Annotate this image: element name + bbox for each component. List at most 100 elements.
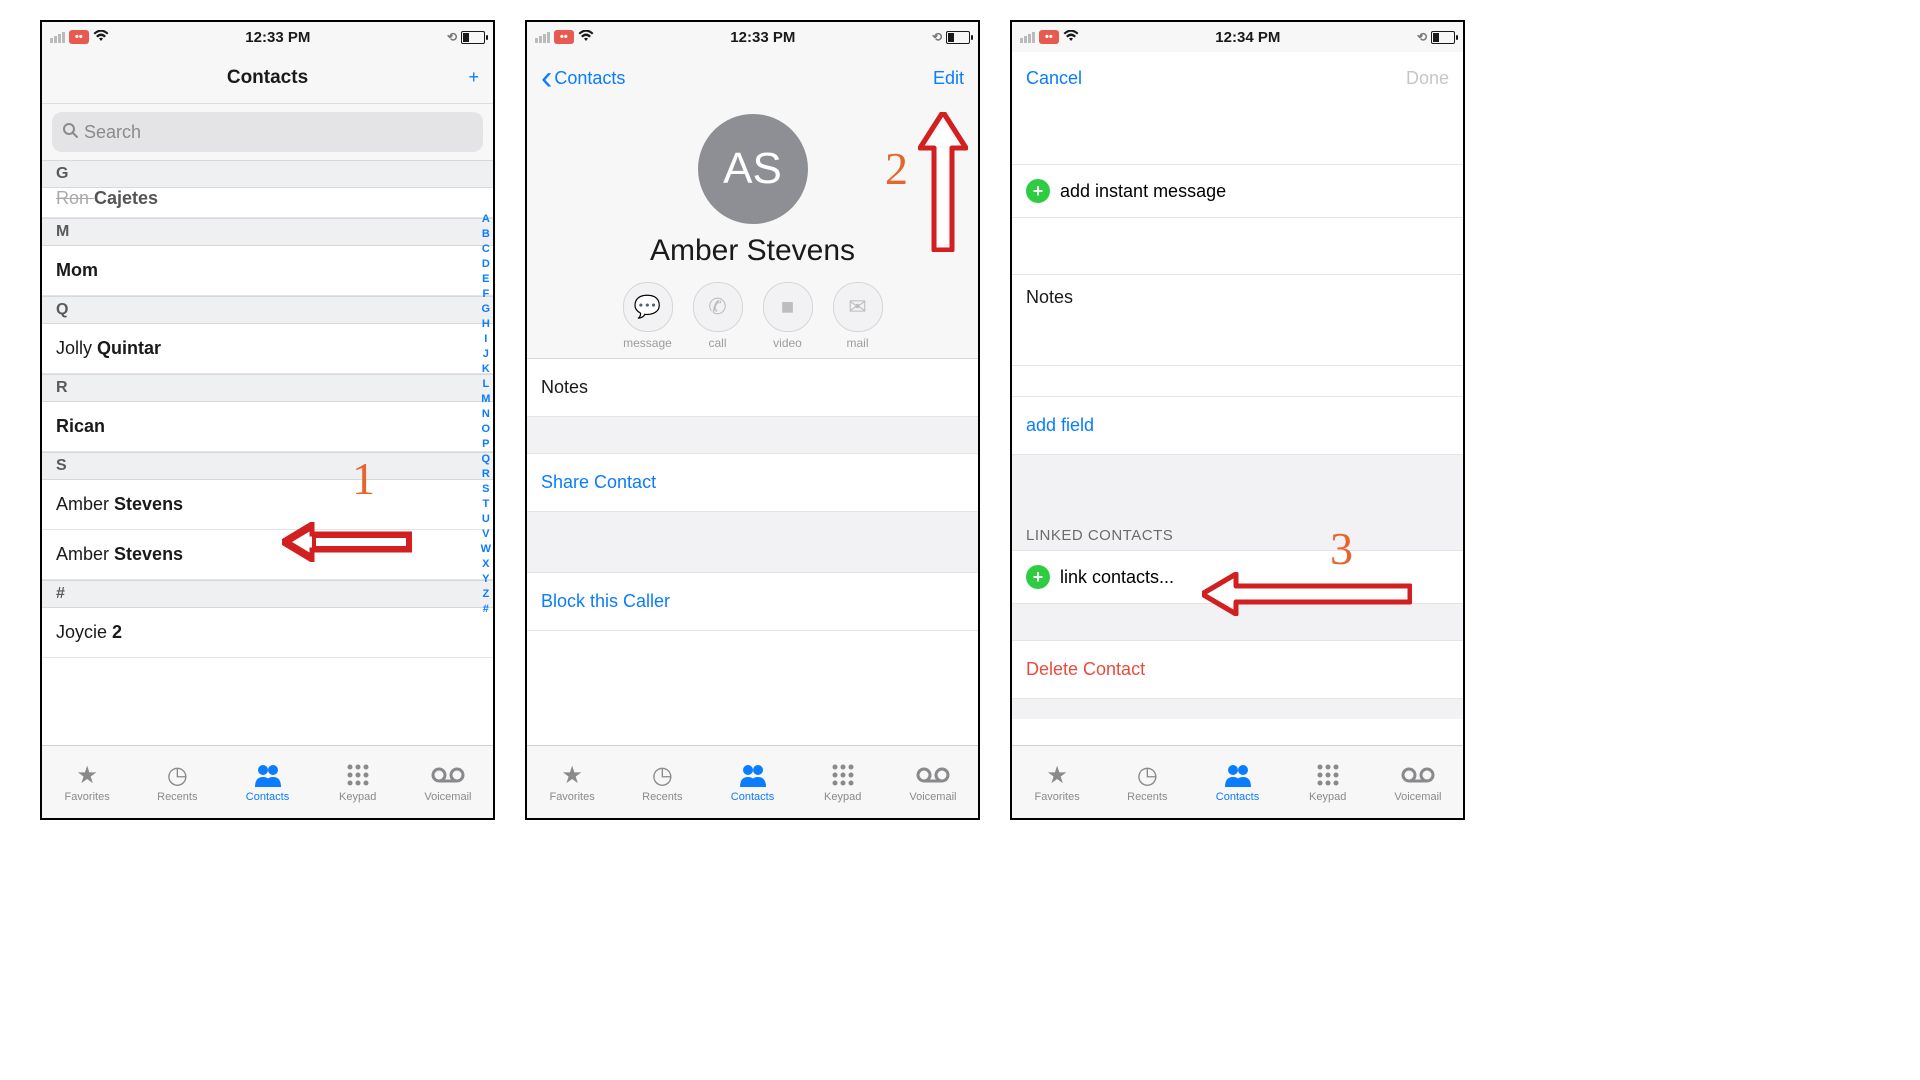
mail-icon: ✉ — [833, 282, 883, 332]
contact-row-jolly[interactable]: Jolly Quintar — [42, 324, 493, 374]
contact-name: Amber Stevens — [527, 234, 978, 268]
add-icon: + — [1026, 565, 1050, 589]
tab-recents[interactable]: ◷Recents — [132, 746, 222, 818]
tab-contacts[interactable]: Contacts — [222, 746, 312, 818]
annotation-number-2: 2 — [885, 142, 908, 195]
tab-voicemail[interactable]: Voicemail — [403, 746, 493, 818]
notes-cell[interactable]: Notes — [1012, 274, 1463, 366]
search-wrap: Search — [42, 104, 493, 160]
notes-cell[interactable]: Notes — [527, 359, 978, 417]
spacer — [1012, 218, 1463, 274]
status-bar: •• 12:34 PM ⟲ — [1012, 22, 1463, 52]
back-button[interactable]: Contacts — [541, 68, 625, 89]
status-bar: •• 12:33 PM ⟲ — [42, 22, 493, 52]
signal-icon — [50, 32, 65, 43]
carrier-badge: •• — [69, 30, 89, 44]
contact-row-amber-2[interactable]: Amber Stevens — [42, 530, 493, 580]
tab-bar: ★Favorites ◷Recents Contacts Keypad Voic… — [527, 745, 978, 818]
signal-icon — [1020, 32, 1035, 43]
voicemail-icon — [1401, 761, 1435, 789]
spacer — [1012, 455, 1463, 515]
done-button[interactable]: Done — [1406, 68, 1449, 89]
tab-keypad[interactable]: Keypad — [1283, 746, 1373, 818]
battery-icon — [461, 31, 485, 44]
search-placeholder: Search — [84, 122, 141, 143]
add-instant-message-row[interactable]: + add instant message — [1012, 164, 1463, 218]
clock-icon: ◷ — [167, 761, 188, 789]
annotation-arrow-1 — [282, 522, 412, 562]
keypad-icon — [831, 761, 855, 789]
share-contact-button[interactable]: Share Contact — [527, 453, 978, 512]
signal-icon — [535, 32, 550, 43]
status-time: 12:33 PM — [245, 29, 310, 46]
carrier-badge: •• — [1039, 30, 1059, 44]
page-title: Contacts — [42, 67, 493, 89]
cancel-button[interactable]: Cancel — [1026, 68, 1082, 89]
tab-contacts[interactable]: Contacts — [707, 746, 797, 818]
spacer — [527, 417, 978, 453]
tab-recents[interactable]: ◷Recents — [617, 746, 707, 818]
nav-bar: Contacts + — [42, 52, 493, 104]
screen-contacts-list: •• 12:33 PM ⟲ Contacts + Search G Ron Ca… — [40, 20, 495, 820]
tab-bar: ★Favorites ◷Recents Contacts Keypad Voic… — [1012, 745, 1463, 818]
add-contact-button[interactable]: + — [468, 67, 479, 88]
battery-icon — [1431, 31, 1455, 44]
status-time: 12:33 PM — [730, 29, 795, 46]
spacer — [1012, 366, 1463, 396]
tab-keypad[interactable]: Keypad — [798, 746, 888, 818]
contacts-icon — [253, 761, 283, 789]
search-input[interactable]: Search — [52, 112, 483, 152]
message-icon: 💬 — [623, 282, 673, 332]
tab-voicemail[interactable]: Voicemail — [1373, 746, 1463, 818]
annotation-arrow-3 — [1202, 572, 1412, 616]
spacer — [1012, 699, 1463, 719]
battery-icon — [946, 31, 970, 44]
action-message[interactable]: 💬message — [623, 282, 673, 350]
delete-contact-button[interactable]: Delete Contact — [1012, 640, 1463, 699]
contact-header: AS Amber Stevens 💬message ✆call ■video ✉… — [527, 104, 978, 359]
contact-row-amber-1[interactable]: Amber Stevens — [42, 480, 493, 530]
video-icon: ■ — [763, 282, 813, 332]
keypad-icon — [346, 761, 370, 789]
tab-keypad[interactable]: Keypad — [313, 746, 403, 818]
clock-icon: ◷ — [1137, 761, 1158, 789]
wifi-icon — [1063, 29, 1079, 45]
annotation-number-1: 1 — [352, 452, 375, 505]
edit-button[interactable]: Edit — [933, 68, 964, 89]
section-header-g: G — [42, 160, 493, 188]
tab-voicemail[interactable]: Voicemail — [888, 746, 978, 818]
contact-row-mom[interactable]: Mom — [42, 246, 493, 296]
spacer — [527, 512, 978, 572]
rotation-lock-icon: ⟲ — [447, 30, 457, 44]
section-header-m: M — [42, 218, 493, 246]
tab-favorites[interactable]: ★Favorites — [527, 746, 617, 818]
block-caller-button[interactable]: Block this Caller — [527, 572, 978, 631]
contact-row-cut[interactable]: Ron Cajetes — [42, 188, 493, 218]
index-bar[interactable]: ABCDEFGHIJKLMNOPQRSTUVWXYZ# — [481, 212, 491, 617]
add-field-button[interactable]: add field — [1012, 396, 1463, 455]
status-time: 12:34 PM — [1215, 29, 1280, 46]
screen-contact-detail: •• 12:33 PM ⟲ Contacts Edit AS Amber Ste… — [525, 20, 980, 820]
tab-favorites[interactable]: ★Favorites — [42, 746, 132, 818]
section-header-hash: # — [42, 580, 493, 608]
annotation-arrow-2 — [918, 112, 968, 252]
linked-contacts-header: LINKED CONTACTS — [1012, 515, 1463, 550]
tab-contacts[interactable]: Contacts — [1192, 746, 1282, 818]
contact-row-joycie[interactable]: Joycie 2 — [42, 608, 493, 658]
phone-icon: ✆ — [693, 282, 743, 332]
spacer — [1012, 104, 1463, 164]
tab-favorites[interactable]: ★Favorites — [1012, 746, 1102, 818]
clock-icon: ◷ — [652, 761, 673, 789]
action-mail[interactable]: ✉mail — [833, 282, 883, 350]
contact-row-rican[interactable]: Rican — [42, 402, 493, 452]
carrier-badge: •• — [554, 30, 574, 44]
action-video[interactable]: ■video — [763, 282, 813, 350]
avatar: AS — [698, 114, 808, 224]
nav-bar: Contacts Edit — [527, 52, 978, 104]
tab-recents[interactable]: ◷Recents — [1102, 746, 1192, 818]
keypad-icon — [1316, 761, 1340, 789]
star-icon: ★ — [76, 761, 98, 789]
contacts-icon — [738, 761, 768, 789]
action-call[interactable]: ✆call — [693, 282, 743, 350]
star-icon: ★ — [1046, 761, 1068, 789]
